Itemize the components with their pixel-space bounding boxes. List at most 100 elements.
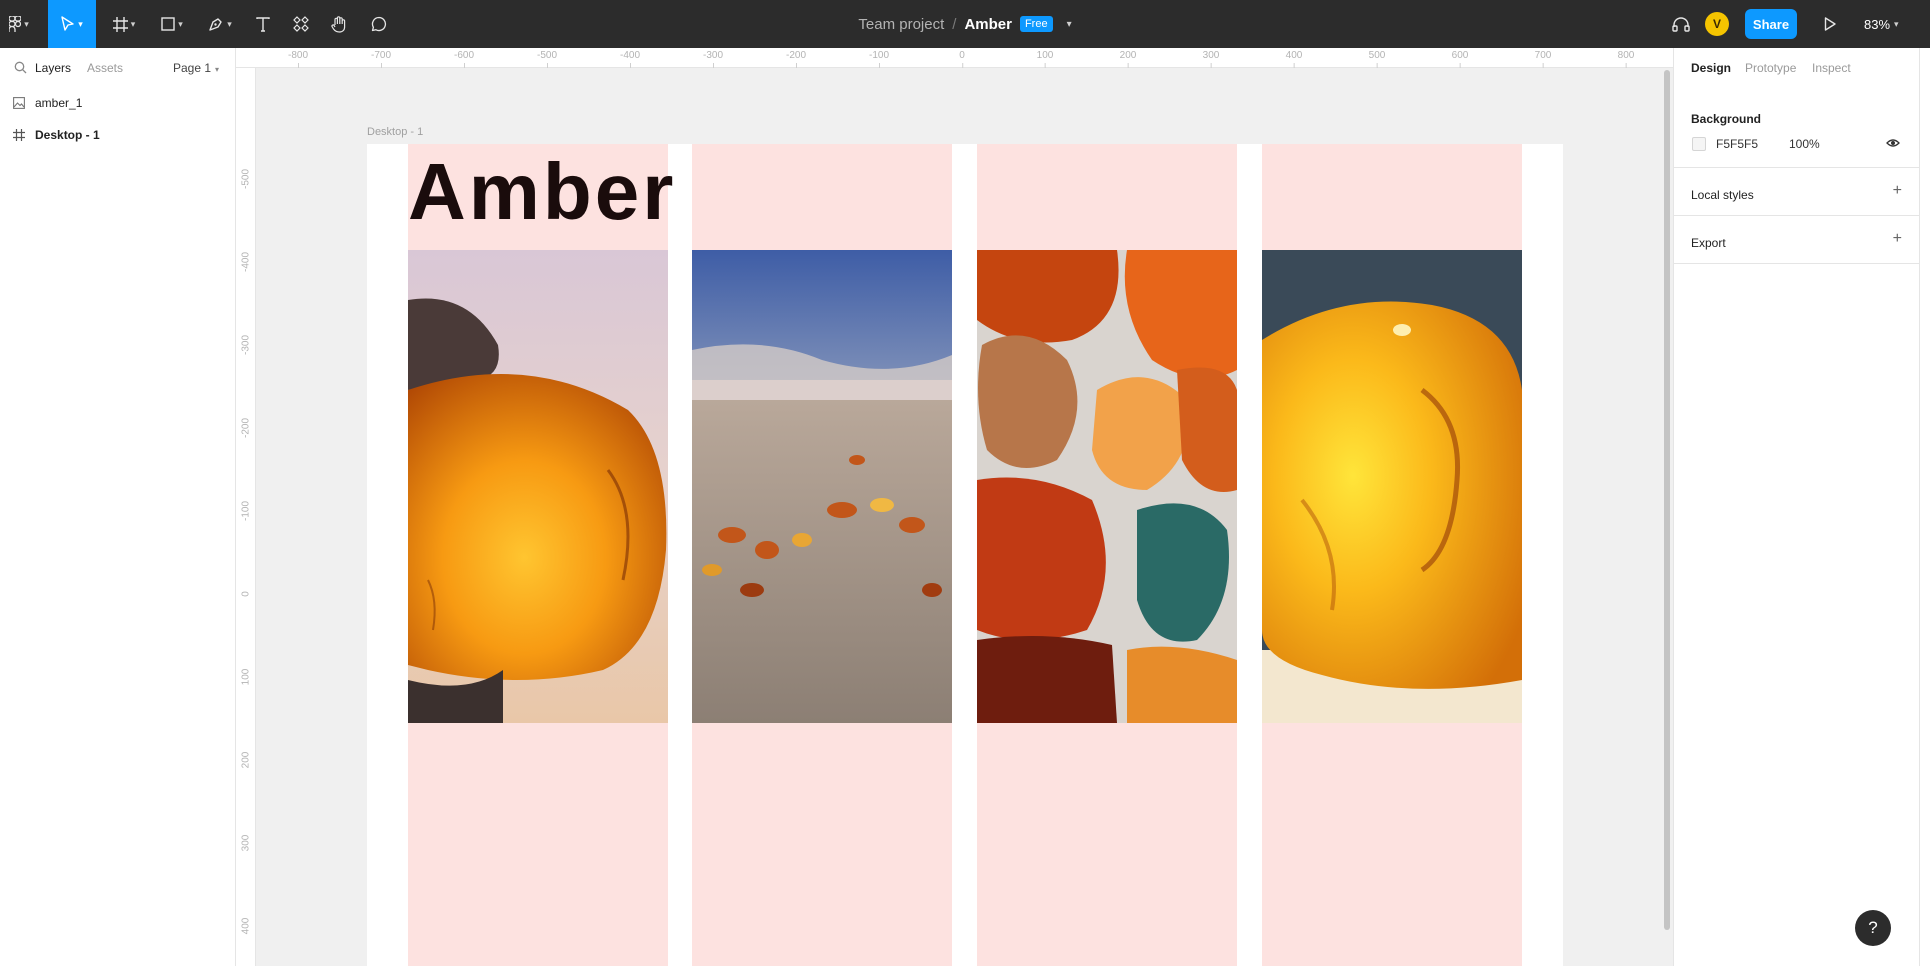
headphones-icon <box>1672 17 1690 32</box>
vertical-scrollbar[interactable] <box>1664 70 1670 930</box>
chevron-down-icon: ▾ <box>1894 18 1899 29</box>
eye-icon[interactable] <box>1886 136 1900 150</box>
text-tool-button[interactable] <box>248 0 278 48</box>
share-button[interactable]: Share <box>1745 9 1797 39</box>
main-menu-button[interactable]: ▾ <box>0 0 38 48</box>
ruler-tick-label: -200 <box>240 417 252 439</box>
add-style-icon[interactable]: + <box>1893 182 1902 200</box>
photo-amber-pebbles-closeup[interactable] <box>977 250 1237 723</box>
frame-hash-icon <box>13 129 25 141</box>
comment-tool-button[interactable] <box>364 0 394 48</box>
audio-button[interactable] <box>1666 0 1696 48</box>
layer-item-desktop-1[interactable]: Desktop - 1 <box>0 120 236 150</box>
tab-assets[interactable]: Assets <box>87 61 123 75</box>
hand-icon <box>331 15 346 33</box>
search-icon[interactable] <box>14 61 27 74</box>
plan-badge: Free <box>1019 16 1053 32</box>
zoom-level: 83% <box>1864 16 1891 32</box>
photo-amber-chunk-macro[interactable] <box>1262 250 1522 723</box>
chevron-down-icon: ▾ <box>78 18 83 29</box>
ruler-tick-label: 100 <box>240 668 252 686</box>
frame-hash-icon <box>112 16 128 32</box>
shape-tool-button[interactable]: ▾ <box>152 0 192 48</box>
ruler-tick-label: -600 <box>453 50 475 68</box>
ruler-tick-label: -400 <box>619 50 641 68</box>
file-name[interactable]: Amber <box>964 16 1012 33</box>
text-icon <box>256 16 270 32</box>
photo-amber-on-beach[interactable] <box>692 250 952 723</box>
ruler-tick-label: 0 <box>959 50 965 68</box>
desktop-frame[interactable]: Amber <box>367 144 1563 966</box>
ruler-tick-label: 200 <box>240 751 252 769</box>
resources-tool-button[interactable] <box>286 0 316 48</box>
tab-prototype[interactable]: Prototype <box>1745 61 1796 75</box>
ruler-tick-label: -300 <box>702 50 724 68</box>
ruler-tick-label: 700 <box>1534 50 1552 68</box>
pen-tool-button[interactable]: ▾ <box>200 0 240 48</box>
ruler-tick-label: -100 <box>240 500 252 522</box>
properties-panel: Design Prototype Inspect Background F5F5… <box>1673 48 1920 966</box>
tab-design[interactable]: Design <box>1691 61 1731 75</box>
chevron-down-icon: ▾ <box>178 18 183 29</box>
background-color-swatch[interactable] <box>1692 137 1706 151</box>
design-canvas[interactable]: -800 -700 -600 -500 -400 -300 -200 -100 0 100 200 3… <box>236 48 1673 966</box>
move-tool-button[interactable]: ▾ <box>48 0 96 48</box>
ruler-tick-label: 400 <box>240 917 252 935</box>
ruler-tick-label: -800 <box>287 50 309 68</box>
background-opacity-input[interactable]: 100% <box>1789 137 1820 151</box>
amber-heading[interactable]: Amber <box>408 152 676 232</box>
chevron-down-icon: ▾ <box>227 18 232 29</box>
page-selector[interactable]: Page 1 ▾ <box>173 61 219 75</box>
layer-name: Desktop - 1 <box>35 128 100 142</box>
help-button[interactable]: ? <box>1855 910 1891 946</box>
play-icon <box>1824 17 1836 31</box>
top-toolbar: ▾ ▾ ▾ ▾ ▾ Team project / Amber Free ▾ V … <box>0 0 1930 48</box>
frame-label[interactable]: Desktop - 1 <box>367 126 423 138</box>
ruler-tick-label: 300 <box>240 834 252 852</box>
ruler-tick-label: -500 <box>536 50 558 68</box>
layers-panel: Layers Assets Page 1 ▾ amber_1 Desktop - … <box>0 48 236 966</box>
ruler-tick-label: -300 <box>240 334 252 356</box>
tab-inspect[interactable]: Inspect <box>1812 61 1851 75</box>
breadcrumb-separator: / <box>952 15 957 33</box>
ruler-tick-label: -700 <box>370 50 392 68</box>
avatar[interactable]: V <box>1705 12 1729 36</box>
horizontal-ruler: -800 -700 -600 -500 -400 -300 -200 -100 0 100 200 3… <box>236 48 1673 68</box>
cursor-icon <box>61 16 74 31</box>
ruler-tick-label: 200 <box>1119 50 1137 68</box>
chevron-down-icon[interactable]: ▾ <box>1067 19 1072 30</box>
background-section <box>1674 88 1920 168</box>
right-panel-tabs: Design Prototype Inspect <box>1674 48 1919 88</box>
page-selector-label: Page 1 <box>173 61 212 75</box>
present-button[interactable] <box>1815 0 1845 48</box>
layer-name: amber_1 <box>35 96 83 110</box>
pen-icon <box>209 18 222 31</box>
ruler-tick-label: 400 <box>1285 50 1303 68</box>
rectangle-icon <box>161 17 175 31</box>
photo-amber-stone-in-hand[interactable] <box>408 250 668 723</box>
local-styles-heading: Local styles <box>1691 188 1754 202</box>
background-heading: Background <box>1691 112 1762 126</box>
hand-tool-button[interactable] <box>324 0 354 48</box>
layer-item-amber-1[interactable]: amber_1 <box>0 88 236 118</box>
chevron-down-icon: ▾ <box>215 65 220 74</box>
chevron-down-icon: ▾ <box>24 18 29 29</box>
ruler-tick-label: 300 <box>1202 50 1220 68</box>
zoom-menu[interactable]: 83% ▾ <box>1864 0 1899 48</box>
comment-icon <box>371 16 387 32</box>
tab-layers[interactable]: Layers <box>35 61 71 75</box>
ruler-tick-label: -100 <box>868 50 890 68</box>
breadcrumb-team[interactable]: Team project <box>858 16 944 33</box>
ruler-tick-label: 0 <box>240 591 252 597</box>
left-panel-tabs: Layers Assets Page 1 ▾ <box>0 48 235 88</box>
export-heading: Export <box>1691 236 1726 250</box>
components-icon <box>293 16 309 32</box>
right-edge-strip <box>1919 48 1930 966</box>
figma-logo-icon <box>9 16 22 32</box>
background-hex-input[interactable]: F5F5F5 <box>1716 137 1758 151</box>
add-export-icon[interactable]: + <box>1893 230 1902 248</box>
ruler-tick-label: 500 <box>1368 50 1386 68</box>
ruler-tick-label: 600 <box>1451 50 1469 68</box>
frame-tool-button[interactable]: ▾ <box>104 0 144 48</box>
ruler-tick-label: 100 <box>1036 50 1054 68</box>
